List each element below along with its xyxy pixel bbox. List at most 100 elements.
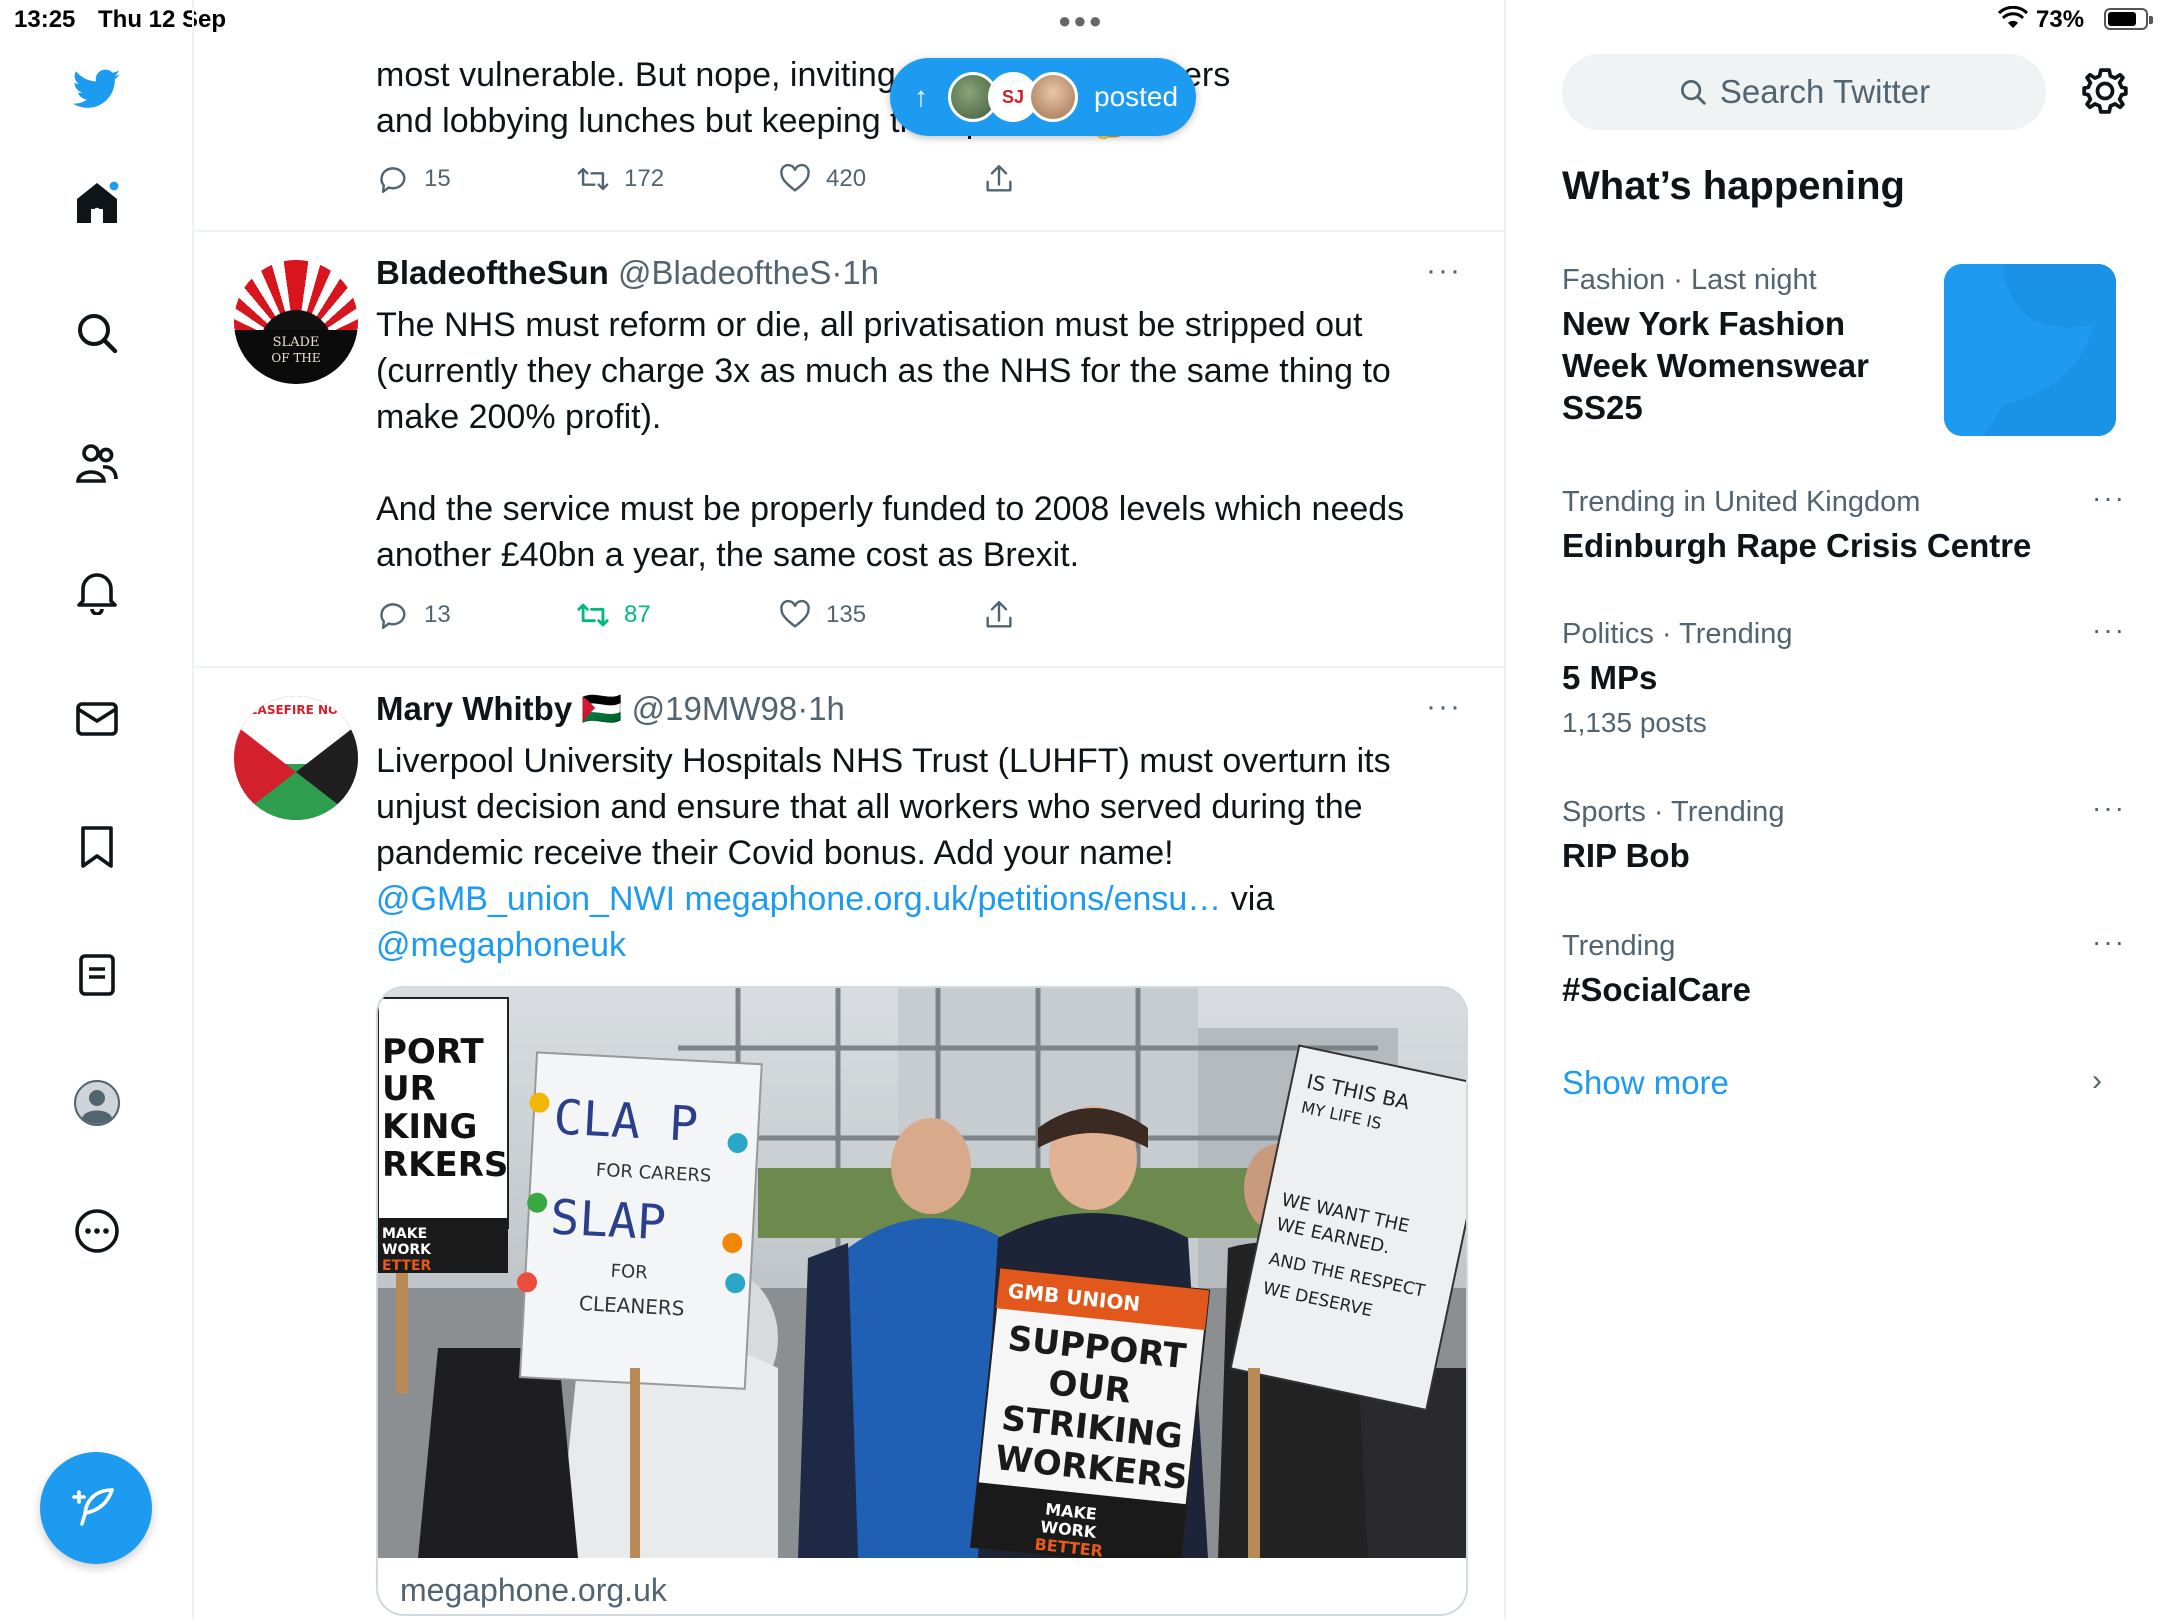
like-button[interactable]: 420 (778, 162, 866, 196)
mention-link[interactable]: @GMB_union_NWI (376, 880, 675, 918)
messages-icon[interactable] (62, 684, 132, 754)
trend-item[interactable]: Trending in United Kingdom Edinburgh Rap… (1562, 482, 2124, 567)
svg-text:KING: KING (382, 1107, 477, 1147)
trend-title: 5 MPs (1562, 659, 1658, 696)
retweet-icon (577, 167, 609, 191)
svg-text:FOR: FOR (610, 1261, 648, 1284)
retweet-button[interactable]: 172 (576, 162, 664, 196)
reply-count: 13 (424, 601, 451, 628)
retweet-button[interactable]: 87 (576, 598, 651, 632)
tweet-header: BladeoftheSun @BladeoftheS·1h (376, 254, 880, 291)
trend-meta: Trending in United Kingdom (1562, 486, 1921, 518)
notifications-icon[interactable] (62, 556, 132, 626)
reply-button[interactable]: 13 (376, 598, 451, 632)
search-input[interactable]: Search Twitter (1562, 54, 2046, 130)
pill-label: posted (1094, 81, 1179, 112)
tweet-header: Mary Whitby 🇵🇸 @19MW98·1h (376, 690, 845, 727)
reply-icon (380, 603, 406, 629)
avatar-image: SLADE OF THE (234, 330, 358, 384)
compose-feather-icon (72, 1488, 114, 1526)
search-placeholder: Search Twitter (1719, 73, 1931, 110)
trend-meta: Trending (1562, 930, 1676, 962)
trend-more-button[interactable]: ··· (2092, 792, 2126, 824)
retweet-count: 172 (624, 165, 665, 192)
display-name[interactable]: Mary Whitby (376, 690, 572, 727)
like-count: 135 (826, 601, 867, 628)
heart-icon (780, 599, 810, 628)
lists-icon[interactable] (62, 940, 132, 1010)
svg-text:CEASEFIRE NOW: CEASEFIRE NOW (241, 703, 352, 717)
share-icon (986, 165, 1012, 192)
svg-text:UR: UR (382, 1069, 436, 1109)
new-posts-pill[interactable]: ↑ SJ posted (890, 58, 1196, 136)
trend-title: New York Fashion Week Womenswear SS25 (1562, 305, 1869, 426)
heart-icon (780, 163, 810, 192)
avatar[interactable]: CEASEFIRE NOW (234, 696, 358, 820)
like-count: 420 (826, 165, 867, 192)
share-button[interactable] (982, 162, 1016, 196)
display-name[interactable]: BladeoftheSun (376, 254, 609, 291)
timeline: most vulnerable. But nope, inviting them… (194, 0, 1506, 1620)
user-handle[interactable]: @BladeoftheS (618, 254, 831, 291)
trend-title: Edinburgh Rape Crisis Centre (1562, 527, 2032, 564)
svg-text:SLADE: SLADE (273, 335, 320, 350)
right-sidebar: Search Twitter What’s happening Fashion … (1508, 0, 2160, 1620)
trend-item[interactable]: Sports · Trending RIP Bob ··· (1562, 792, 2124, 877)
timestamp[interactable]: 1h (842, 254, 879, 291)
timestamp[interactable]: 1h (808, 690, 845, 727)
trend-title: #SocialCare (1562, 971, 1751, 1008)
tweet-text: The NHS must reform or die, all privatis… (376, 306, 1405, 574)
protest-photo: PORT UR KING RKERS MAKE WORK ETTER CLA P… (378, 988, 1466, 1570)
trend-more-button[interactable]: ··· (2092, 482, 2126, 514)
retweet-icon (577, 603, 609, 627)
trend-item[interactable]: Politics · Trending 5 MPs 1,135 posts ··… (1562, 614, 2124, 739)
svg-text:WORK: WORK (382, 1242, 432, 1258)
settings-gear-icon[interactable] (2080, 66, 2130, 116)
partial-tweet[interactable]: most vulnerable. But nope, inviting them… (194, 0, 1504, 232)
twitter-logo-icon[interactable] (62, 54, 132, 124)
avatar-image: CEASEFIRE NOW (234, 696, 358, 820)
tweet-actions: 13 87 135 (376, 598, 1076, 638)
link-card[interactable]: PORT UR KING RKERS MAKE WORK ETTER CLA P… (376, 986, 1468, 1616)
svg-text:ETTER: ETTER (382, 1258, 432, 1274)
trend-more-button[interactable]: ··· (2092, 926, 2126, 958)
search-icon[interactable] (62, 298, 132, 368)
avatar[interactable]: SLADE OF THE (234, 260, 358, 384)
reply-button[interactable]: 15 (376, 162, 451, 196)
pill-avatar (1028, 72, 1078, 122)
mention-link[interactable]: @megaphoneuk (376, 926, 626, 964)
svg-text:MAKE: MAKE (382, 1226, 427, 1242)
svg-text:PORT: PORT (382, 1032, 484, 1072)
user-handle[interactable]: @19MW98 (632, 690, 798, 727)
twitter-bird-watermark-icon (1944, 264, 2116, 436)
home-icon[interactable] (62, 168, 132, 238)
trend-item[interactable]: Trending #SocialCare ··· (1562, 926, 2124, 1011)
left-nav (0, 0, 194, 1620)
show-more-link[interactable]: Show more (1562, 1064, 1729, 1102)
bookmarks-icon[interactable] (62, 812, 132, 882)
svg-text:OF THE: OF THE (271, 351, 320, 365)
petition-link[interactable]: megaphone.org.uk/petitions/ensu… (685, 880, 1222, 918)
tweet-more-button[interactable]: ··· (1426, 254, 1462, 288)
card-photo: PORT UR KING RKERS MAKE WORK ETTER CLA P… (378, 988, 1466, 1570)
trend-meta: Fashion · Last night (1562, 264, 1817, 296)
more-icon[interactable] (62, 1196, 132, 1266)
trend-more-button[interactable]: ··· (2092, 614, 2126, 646)
card-domain[interactable]: megaphone.org.uk (400, 1572, 667, 1609)
like-button[interactable]: 135 (778, 598, 866, 632)
profile-icon[interactable] (62, 1068, 132, 1138)
share-icon (986, 601, 1012, 628)
trend-item[interactable]: Fashion · Last night New York Fashion We… (1562, 264, 1922, 429)
tweet[interactable]: SLADE OF THE BladeoftheSun @BladeoftheS·… (194, 232, 1504, 668)
trend-image[interactable] (1944, 264, 2116, 436)
arrow-up-icon: ↑ (914, 81, 928, 112)
tweet[interactable]: CEASEFIRE NOW Mary Whitby 🇵🇸 @19MW98·1h … (194, 668, 1504, 1620)
reply-count: 15 (424, 165, 451, 192)
communities-icon[interactable] (62, 428, 132, 498)
whats-happening-heading: What’s happening (1562, 164, 1905, 208)
tweet-more-button[interactable]: ··· (1426, 690, 1462, 724)
compose-tweet-button[interactable] (40, 1452, 152, 1564)
share-button[interactable] (982, 598, 1016, 632)
trend-meta: Politics · Trending (1562, 618, 1793, 650)
svg-text:RKERS: RKERS (382, 1145, 508, 1185)
